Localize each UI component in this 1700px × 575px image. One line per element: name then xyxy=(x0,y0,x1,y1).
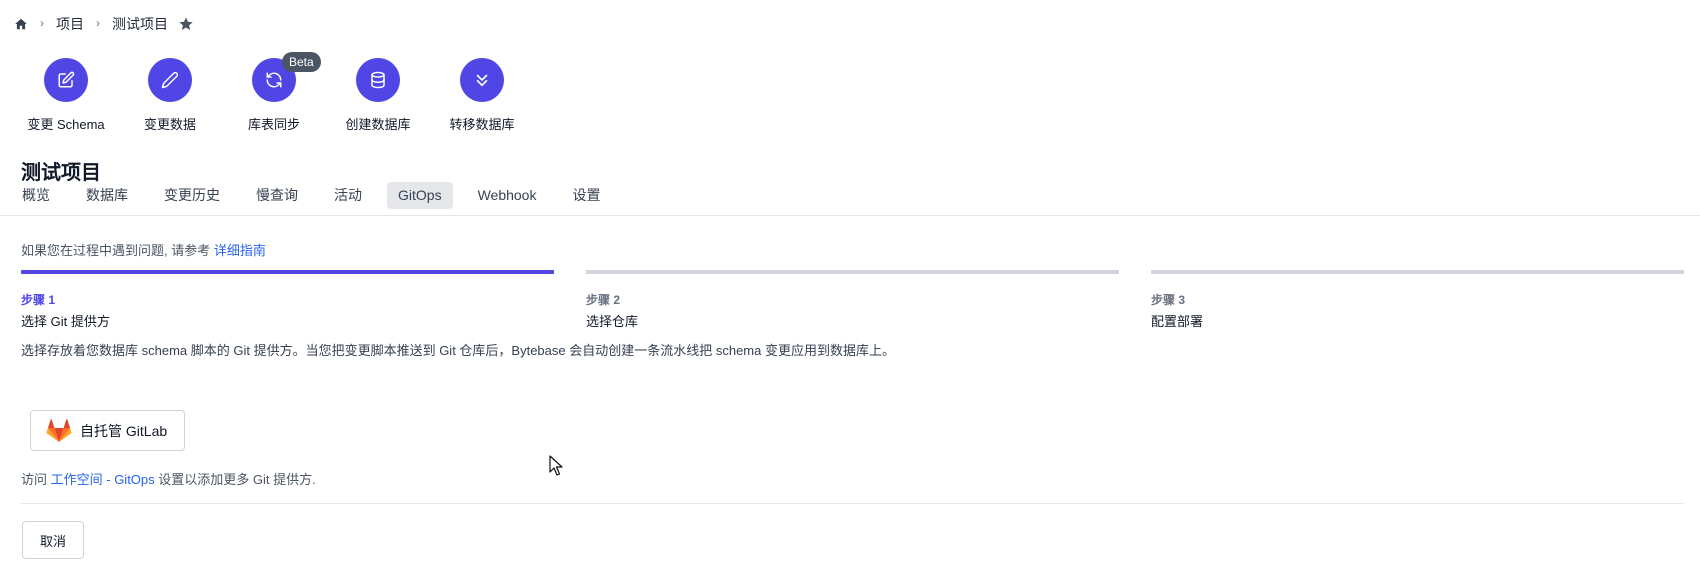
tab-databases[interactable]: 数据库 xyxy=(75,182,139,209)
breadcrumb-separator-icon: › xyxy=(40,16,44,30)
sync-schema-label: 库表同步 xyxy=(247,117,300,132)
project-tabs: 概览 数据库 变更历史 慢查询 活动 GitOps Webhook 设置 xyxy=(11,182,625,209)
visit-prefix: 访问 xyxy=(21,472,48,487)
tab-change-history[interactable]: 变更历史 xyxy=(153,182,231,209)
cancel-button[interactable]: 取消 xyxy=(22,521,84,559)
wizard-steps: 步骤 1 选择 Git 提供方 步骤 2 选择仓库 步骤 3 配置部署 xyxy=(21,270,1684,330)
breadcrumb-separator-icon: › xyxy=(96,16,100,30)
tabs-divider xyxy=(0,215,1700,216)
edit-square-icon xyxy=(44,58,88,102)
step-2: 步骤 2 选择仓库 xyxy=(586,270,1119,330)
transfer-database-button[interactable]: 转移数据库 xyxy=(430,58,534,133)
breadcrumb: › 项目 › 测试项目 xyxy=(14,12,194,36)
tab-activity[interactable]: 活动 xyxy=(323,182,373,209)
double-chevron-down-icon xyxy=(460,58,504,102)
alter-schema-button[interactable]: 变更 Schema xyxy=(14,58,118,133)
gitlab-icon xyxy=(46,418,72,443)
step-progress-bar xyxy=(1151,270,1684,274)
home-icon[interactable] xyxy=(14,17,28,31)
mouse-cursor-icon xyxy=(549,455,563,482)
tab-settings[interactable]: 设置 xyxy=(561,182,611,209)
visit-suffix: 设置以添加更多 Git 提供方. xyxy=(158,472,316,487)
step-name: 配置部署 xyxy=(1151,314,1204,329)
step-number: 步骤 1 xyxy=(21,293,56,307)
page-title: 测试项目 xyxy=(21,162,101,184)
step-progress-bar xyxy=(21,270,554,274)
gitlab-provider-label: 自托管 GitLab xyxy=(80,422,168,439)
step-number: 步骤 2 xyxy=(586,293,621,307)
gitlab-provider-button[interactable]: 自托管 GitLab xyxy=(30,410,185,451)
help-hint-text: 如果您在过程中遇到问题, 请参考 xyxy=(21,243,211,258)
beta-badge: Beta xyxy=(282,52,321,72)
step-name: 选择 Git 提供方 xyxy=(21,314,110,329)
detailed-guide-link[interactable]: 详细指南 xyxy=(214,243,266,258)
create-database-button[interactable]: 创建数据库 xyxy=(326,58,430,133)
breadcrumb-projects-link[interactable]: 项目 xyxy=(56,14,84,34)
star-icon[interactable] xyxy=(178,16,194,32)
transfer-database-label: 转移数据库 xyxy=(449,117,515,132)
step-progress-bar xyxy=(586,270,1119,274)
create-database-label: 创建数据库 xyxy=(345,117,411,132)
change-data-button[interactable]: 变更数据 xyxy=(118,58,222,133)
pencil-icon xyxy=(148,58,192,102)
sync-schema-button[interactable]: Beta 库表同步 xyxy=(222,52,326,133)
step-description: 选择存放着您数据库 schema 脚本的 Git 提供方。当您把变更脚本推送到 … xyxy=(21,343,895,358)
footer-divider xyxy=(21,503,1684,504)
change-data-label: 变更数据 xyxy=(143,117,196,132)
tab-webhook[interactable]: Webhook xyxy=(467,182,548,209)
step-name: 选择仓库 xyxy=(586,314,639,329)
visit-settings-text: 访问 工作空间 - GitOps 设置以添加更多 Git 提供方. xyxy=(21,469,316,488)
tab-slow-query[interactable]: 慢查询 xyxy=(245,182,309,209)
step-1: 步骤 1 选择 Git 提供方 xyxy=(21,270,554,330)
breadcrumb-project-link[interactable]: 测试项目 xyxy=(112,14,168,34)
workspace-gitops-link[interactable]: 工作空间 - GitOps xyxy=(51,472,155,487)
database-icon xyxy=(356,58,400,102)
tab-overview[interactable]: 概览 xyxy=(11,182,61,209)
alter-schema-label: 变更 Schema xyxy=(27,117,105,132)
tab-gitops[interactable]: GitOps xyxy=(387,182,453,209)
help-hint: 如果您在过程中遇到问题, 请参考 详细指南 xyxy=(21,240,266,259)
step-number: 步骤 3 xyxy=(1151,293,1186,307)
step-3: 步骤 3 配置部署 xyxy=(1151,270,1684,330)
quick-actions: 变更 Schema 变更数据 Beta 库表同步 创建数据库 转移数据库 xyxy=(14,52,534,133)
